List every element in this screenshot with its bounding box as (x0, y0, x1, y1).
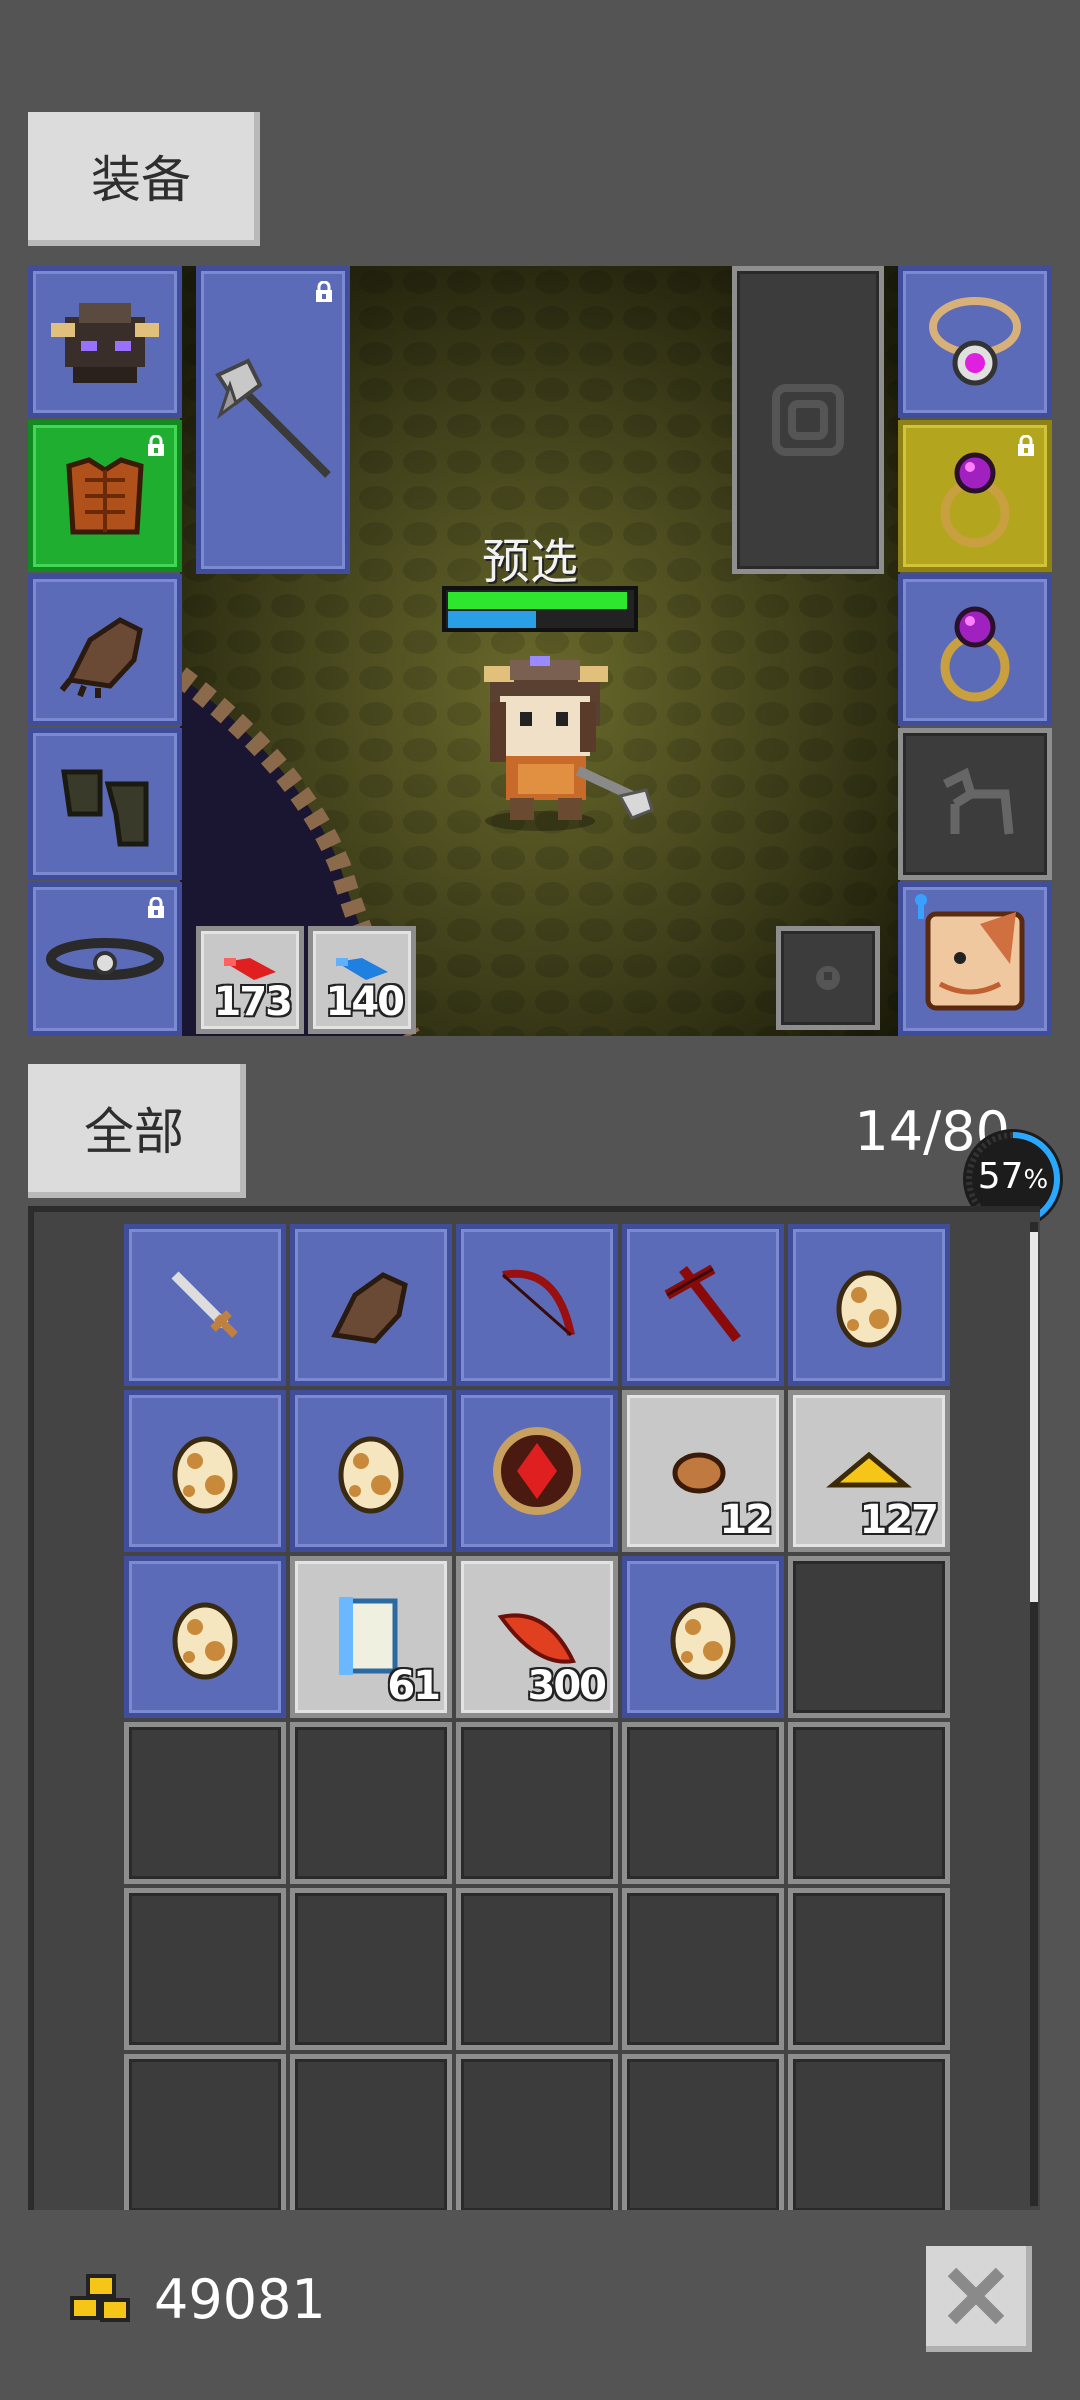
inventory-slot[interactable] (788, 1224, 950, 1386)
progress-value: 57 (977, 1156, 1024, 1197)
empty-inventory-slot[interactable] (622, 1888, 784, 2050)
inventory-slot[interactable] (622, 1556, 784, 1718)
gloves-icon (331, 1272, 408, 1344)
empty-inventory-slot[interactable] (788, 1556, 950, 1718)
item-count: 61 (387, 1663, 441, 1709)
egg-icon (172, 1602, 238, 1680)
close-button[interactable] (926, 2246, 1032, 2352)
blue-potion-count: 140 (325, 979, 405, 1025)
right-equipment-column (898, 266, 1052, 1036)
pet-icon (925, 911, 1025, 1011)
crossbow-icon (664, 1264, 741, 1343)
skill-slot[interactable] (776, 926, 880, 1030)
gold-amount: 49081 (154, 2268, 326, 2331)
inventory-slot[interactable]: 61 (290, 1556, 452, 1718)
gloves-slot[interactable] (28, 574, 182, 726)
mp-bar (448, 611, 537, 628)
lock-icon (148, 897, 164, 918)
inventory-slot[interactable] (124, 1390, 286, 1552)
inventory-slot[interactable] (124, 1224, 286, 1386)
hp-bar (448, 592, 627, 609)
armor-slot[interactable] (28, 420, 182, 572)
scrollbar-thumb[interactable] (1030, 1232, 1038, 1602)
empty-inventory-slot[interactable] (622, 2054, 784, 2210)
gold-coins-icon (70, 2274, 130, 2322)
bow-icon (502, 1269, 575, 1337)
egg-icon (172, 1436, 238, 1514)
boots-icon (61, 769, 149, 847)
egg-icon (836, 1270, 902, 1348)
inventory-slot[interactable] (622, 1224, 784, 1386)
empty-inventory-slot[interactable] (456, 1722, 618, 1884)
item-count: 300 (527, 1663, 607, 1709)
shield-placeholder-icon (772, 384, 844, 456)
axe-icon (215, 358, 331, 478)
red-potion-slot[interactable]: 173 (196, 926, 304, 1034)
belt-icon (46, 938, 164, 980)
progress-unit: % (1023, 1165, 1049, 1195)
lock-icon (316, 281, 332, 302)
inventory-slot[interactable]: 300 (456, 1556, 618, 1718)
amulet-icon (493, 1427, 581, 1515)
item-count: 127 (859, 1497, 939, 1543)
filter-tab-label: 全部 (84, 1103, 184, 1161)
inventory-slot[interactable] (456, 1390, 618, 1552)
health-mana-bars (442, 586, 638, 632)
offhand-slot[interactable] (732, 266, 884, 574)
empty-inventory-slot[interactable] (456, 1888, 618, 2050)
empty-inventory-slot[interactable] (788, 2054, 950, 2210)
ring-icon (940, 452, 1010, 548)
filter-tab-all[interactable]: 全部 (28, 1064, 246, 1198)
left-equipment-column (28, 266, 182, 1036)
item-count: 12 (719, 1497, 773, 1543)
empty-inventory-slot[interactable] (290, 2054, 452, 2210)
inventory-slot[interactable] (456, 1224, 618, 1386)
helmet-icon (51, 303, 159, 383)
sword-icon (171, 1271, 238, 1338)
necklace-slot[interactable] (898, 266, 1052, 418)
gloves-icon (59, 617, 143, 698)
weapon-slot[interactable] (196, 266, 350, 574)
progress-text: 57% (960, 1156, 1066, 1197)
belt-slot[interactable] (28, 882, 182, 1036)
inventory-slot[interactable] (290, 1224, 452, 1386)
equipment-tab-label: 装备 (91, 151, 191, 209)
hero-sprite (484, 656, 654, 831)
ring-slot-1[interactable] (898, 420, 1052, 572)
horse-icon (942, 767, 1014, 835)
inventory-grid: 12 127 61 300 (124, 1224, 974, 2210)
empty-inventory-slot[interactable] (622, 1722, 784, 1884)
boots-slot[interactable] (28, 728, 182, 880)
inventory-slot[interactable]: 12 (622, 1390, 784, 1552)
egg-icon (338, 1436, 404, 1514)
empty-inventory-slot[interactable] (124, 2054, 286, 2210)
empty-inventory-slot[interactable] (124, 1888, 286, 2050)
character-name: 预选 (481, 534, 578, 590)
armor-icon (66, 457, 144, 535)
empty-inventory-slot[interactable] (290, 1722, 452, 1884)
empty-inventory-slot[interactable] (456, 2054, 618, 2210)
skill-icon (816, 966, 840, 990)
empty-inventory-slot[interactable] (290, 1888, 452, 2050)
red-potion-count: 173 (213, 979, 293, 1025)
inventory-scrollbar[interactable] (1030, 1222, 1038, 2206)
ring-icon (940, 606, 1010, 702)
inventory-panel: 12 127 61 300 (28, 1206, 1040, 2210)
helmet-slot[interactable] (28, 266, 182, 418)
empty-inventory-slot[interactable] (788, 1722, 950, 1884)
empty-inventory-slot[interactable] (788, 1888, 950, 2050)
equipment-tab[interactable]: 装备 (28, 112, 260, 246)
inventory-slot[interactable] (124, 1556, 286, 1718)
pet-slot[interactable] (898, 882, 1052, 1036)
egg-icon (670, 1602, 736, 1680)
blue-potion-slot[interactable]: 140 (308, 926, 416, 1034)
close-icon (947, 2267, 1005, 2325)
empty-inventory-slot[interactable] (124, 1722, 286, 1884)
necklace-icon (929, 297, 1021, 386)
inventory-slot[interactable]: 127 (788, 1390, 950, 1552)
inventory-slot[interactable] (290, 1390, 452, 1552)
mount-slot[interactable] (898, 728, 1052, 880)
ring-slot-2[interactable] (898, 574, 1052, 726)
